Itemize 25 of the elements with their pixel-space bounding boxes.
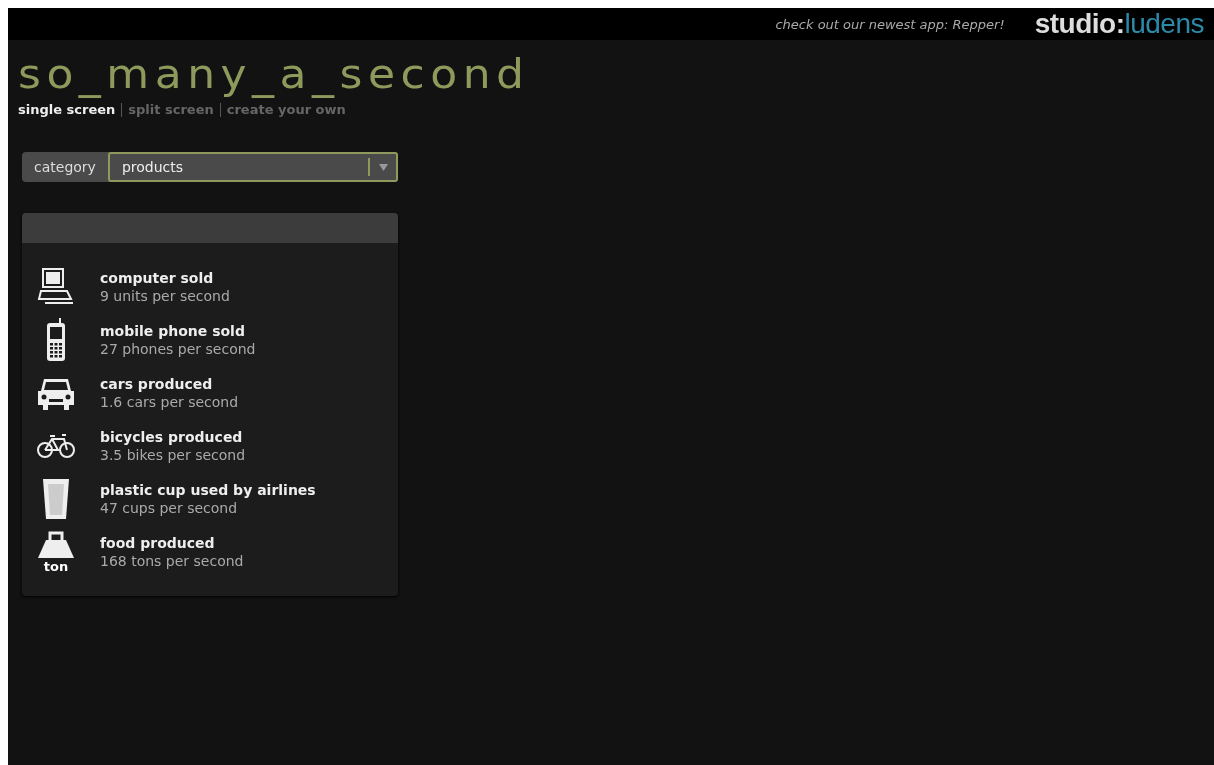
ton-label: ton	[43, 560, 69, 573]
item-title: bicycles produced	[100, 428, 244, 445]
promo-text: check out our newest app: Repper!	[775, 16, 1005, 32]
item-title: computer sold	[100, 269, 215, 286]
cup-icon	[42, 477, 70, 520]
item-title: food produced	[100, 534, 216, 551]
item-rate: 27 phones per second	[100, 340, 256, 357]
item-title: cars produced	[100, 375, 214, 392]
logo[interactable]: studio:ludens	[1034, 8, 1204, 40]
computer-icon	[37, 266, 75, 307]
bicycle-icon	[36, 432, 76, 459]
item-title: mobile phone sold	[100, 322, 246, 339]
caret-icon	[378, 163, 388, 171]
site-title: so_many_a_second	[18, 52, 530, 96]
category-dropdown[interactable]: products	[107, 152, 398, 182]
weight-icon	[36, 530, 76, 560]
item-title: plastic cup used by airlines	[100, 481, 316, 498]
item-rate: 3.5 bikes per second	[100, 446, 246, 463]
mobile-phone-icon	[44, 317, 68, 362]
item-rate: 1.6 cars per second	[100, 393, 239, 410]
nav-link[interactable]: single screen	[18, 102, 116, 117]
item-rate: 47 cups per second	[100, 499, 239, 516]
category-label: category	[33, 158, 97, 177]
item-rate: 9 units per second	[100, 287, 230, 304]
item-rate: 168 tons per second	[100, 552, 244, 569]
